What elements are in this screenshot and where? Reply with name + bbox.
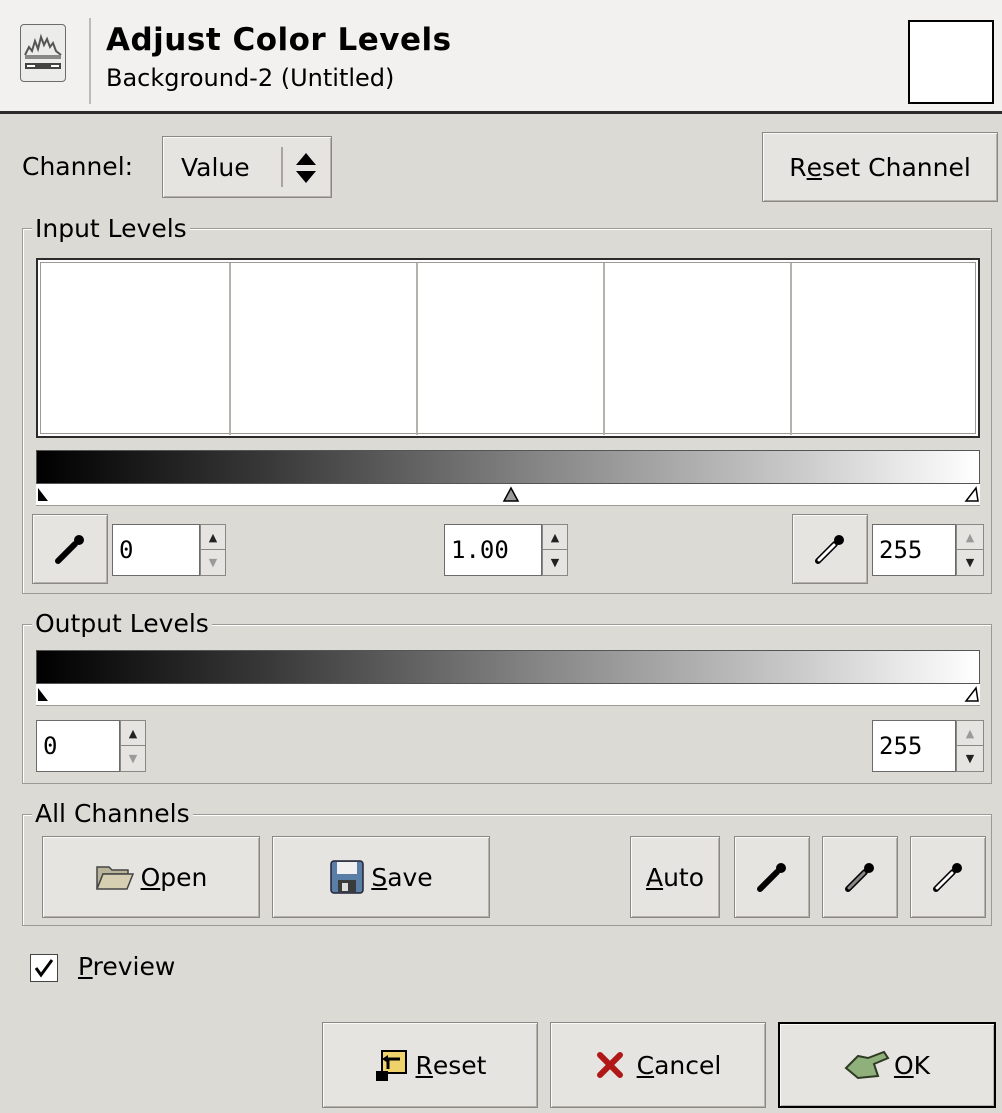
eyedropper-white-icon <box>815 535 844 564</box>
channel-select-value: Value <box>181 152 250 182</box>
dialog-title: Adjust Color Levels <box>106 22 452 58</box>
revert-icon <box>375 1050 407 1081</box>
preview-checkbox[interactable] <box>30 954 58 982</box>
save-button[interactable]: Save <box>272 836 490 918</box>
output-high-handle[interactable] <box>964 686 980 702</box>
input-low-spin-buttons[interactable]: ▲ ▼ <box>200 524 226 576</box>
input-levels-title: Input Levels <box>32 214 190 243</box>
preview-label[interactable]: Preview <box>78 952 175 981</box>
folder-open-icon <box>95 866 134 890</box>
output-low-spin-value[interactable]: 0 <box>36 720 120 772</box>
levels-icon <box>20 24 66 82</box>
floppy-disk-icon <box>330 860 365 894</box>
input-gamma-spin-value[interactable]: 1.00 <box>444 524 542 576</box>
input-slider-track[interactable] <box>36 484 980 506</box>
ok-button[interactable]: OK <box>778 1022 996 1108</box>
input-gamma-spin-buttons[interactable]: ▲ ▼ <box>542 524 568 576</box>
output-slider-track[interactable] <box>36 684 980 706</box>
output-gradient-bar <box>36 650 980 684</box>
input-gamma-handle[interactable] <box>502 486 520 502</box>
channel-select[interactable]: Value <box>162 136 332 198</box>
pick-white-point-button[interactable] <box>792 514 868 584</box>
spin-up-icon[interactable]: ▲ <box>957 525 983 550</box>
all-channels-title: All Channels <box>32 799 193 828</box>
image-preview-swatch <box>908 20 994 104</box>
eyedropper-black-icon <box>757 863 786 892</box>
open-button[interactable]: Open <box>42 836 260 918</box>
auto-button[interactable]: Auto <box>630 836 720 918</box>
dialog-subtitle: Background-2 (Untitled) <box>106 64 395 92</box>
eyedropper-gray-icon <box>845 863 874 892</box>
output-high-spin-value[interactable]: 255 <box>872 720 956 772</box>
channel-label: Channel: <box>22 152 134 181</box>
spin-up-icon[interactable]: ▲ <box>957 721 983 746</box>
spin-down-icon[interactable]: ▼ <box>201 550 225 575</box>
reset-button[interactable]: Reset <box>322 1022 538 1108</box>
spin-down-icon[interactable]: ▼ <box>957 746 983 771</box>
pick-black-button[interactable] <box>734 836 810 918</box>
cancel-x-icon <box>596 1052 623 1078</box>
reset-channel-button[interactable]: Re set Channel <box>762 132 998 202</box>
output-high-spin-buttons[interactable]: ▲ ▼ <box>956 720 984 772</box>
input-high-spin-buttons[interactable]: ▲ ▼ <box>956 524 984 576</box>
spin-down-icon[interactable]: ▼ <box>121 746 145 771</box>
input-high-handle[interactable] <box>964 486 980 502</box>
pick-black-point-button[interactable] <box>32 514 108 584</box>
input-high-spin-value[interactable]: 255 <box>872 524 956 576</box>
input-low-spin-value[interactable]: 0 <box>112 524 200 576</box>
header-separator <box>89 18 91 104</box>
input-gradient-bar <box>36 450 980 484</box>
pick-gray-button[interactable] <box>822 836 898 918</box>
pick-white-button[interactable] <box>910 836 986 918</box>
updown-arrows-icon <box>296 153 316 183</box>
output-low-spin-buttons[interactable]: ▲ ▼ <box>120 720 146 772</box>
eyedropper-black-icon <box>55 535 84 564</box>
spin-down-icon[interactable]: ▼ <box>543 550 567 575</box>
spin-up-icon[interactable]: ▲ <box>543 525 567 550</box>
output-levels-title: Output Levels <box>32 609 212 638</box>
spin-down-icon[interactable]: ▼ <box>957 550 983 575</box>
cancel-button[interactable]: Cancel <box>550 1022 766 1108</box>
spin-up-icon[interactable]: ▲ <box>121 721 145 746</box>
histogram-view[interactable] <box>36 258 980 438</box>
spin-up-icon[interactable]: ▲ <box>201 525 225 550</box>
output-low-handle[interactable] <box>36 686 50 702</box>
eyedropper-white-icon <box>933 863 962 892</box>
checkmark-icon <box>34 959 54 978</box>
input-low-handle[interactable] <box>36 486 50 502</box>
ok-hand-icon <box>844 1050 890 1080</box>
